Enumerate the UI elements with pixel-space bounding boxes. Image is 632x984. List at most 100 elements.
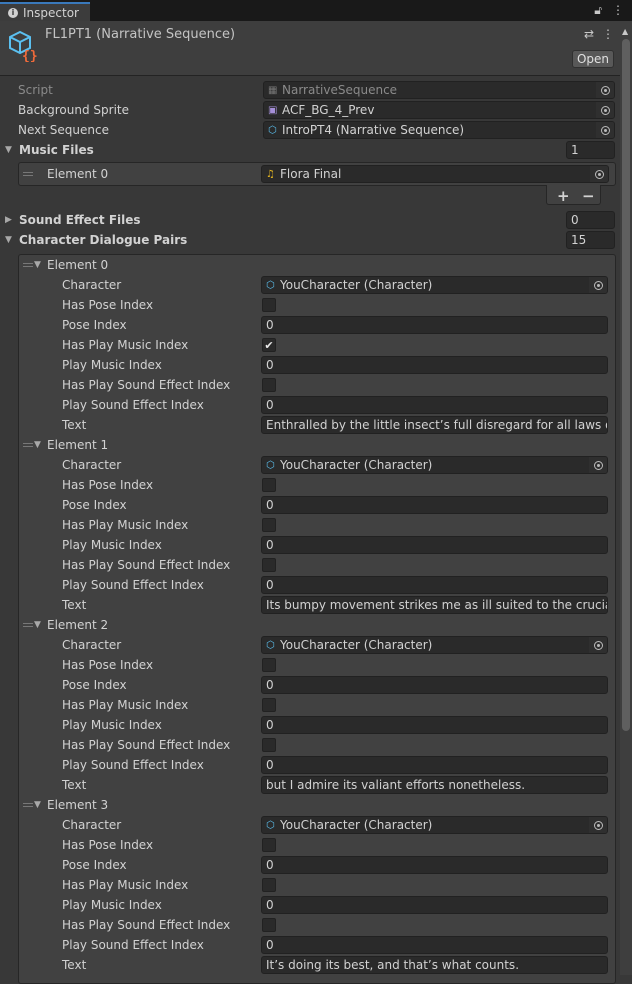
element-foldout-icon[interactable]: ▼ (34, 620, 41, 630)
scroll-up-icon[interactable]: ▲ (622, 27, 628, 36)
kebab-menu-icon[interactable]: ⋮ (602, 27, 614, 41)
music-files-label: Music Files (19, 143, 94, 157)
object-picker-icon[interactable] (590, 166, 608, 182)
element-label: Element 0 (47, 258, 109, 272)
has-music-checkbox[interactable] (262, 698, 276, 712)
music-field[interactable]: 0 (261, 896, 608, 914)
text-label: Text (62, 598, 87, 612)
music-files-size-field[interactable]: 1 (566, 141, 615, 159)
sfx-field[interactable]: 0 (261, 936, 608, 954)
sfx-label: Play Sound Effect Index (62, 398, 204, 412)
has-sfx-label: Has Play Sound Effect Index (62, 558, 231, 572)
has-pose-checkbox[interactable] (262, 478, 276, 492)
character-field[interactable]: ⬡ YouCharacter (Character) (261, 636, 608, 654)
music-label: Play Music Index (62, 718, 162, 732)
scrollbar-thumb[interactable] (622, 39, 630, 731)
music-element-label: Element 0 (47, 167, 109, 181)
sound-effect-files-size-field[interactable]: 0 (566, 211, 615, 229)
script-field[interactable]: ▦ NarrativeSequence (263, 81, 615, 99)
has-music-label: Has Play Music Index (62, 338, 189, 352)
text-field[interactable]: It’s doing its best, and that’s what cou… (261, 956, 608, 974)
pose-field[interactable]: 0 (261, 316, 608, 334)
character-dialogue-pairs-foldout-icon[interactable]: ▼ (5, 235, 12, 245)
music-files-foldout-icon[interactable]: ▼ (5, 145, 12, 155)
field-value: ACF_BG_4_Prev (282, 103, 375, 117)
has-pose-checkbox[interactable] (262, 658, 276, 672)
open-button[interactable]: Open (572, 50, 614, 68)
text-field[interactable]: Its bumpy movement strikes me as ill sui… (261, 596, 608, 614)
object-picker-icon[interactable] (589, 277, 607, 293)
character-field[interactable]: ⬡ YouCharacter (Character) (261, 276, 608, 294)
kebab-menu-icon[interactable]: ⋮ (612, 3, 624, 18)
object-picker-icon[interactable] (596, 82, 614, 98)
text-field[interactable]: Enthralled by the little insect’s full d… (261, 416, 608, 434)
background-sprite-field[interactable]: ▣ ACF_BG_4_Prev (263, 101, 615, 119)
object-picker-icon[interactable] (596, 122, 614, 138)
sfx-field[interactable]: 0 (261, 576, 608, 594)
scrollbar[interactable]: ▲ (620, 21, 632, 975)
character-dialogue-pairs-label: Character Dialogue Pairs (19, 233, 188, 247)
inspector-header: {} FL1PT1 (Narrative Sequence) ⇄ ⋮ Open (0, 21, 620, 76)
pose-field[interactable]: 0 (261, 496, 608, 514)
object-picker-icon[interactable] (589, 637, 607, 653)
character-dialogue-pairs-size-field[interactable]: 15 (566, 231, 615, 249)
drag-handle-icon[interactable] (23, 443, 33, 447)
element-label: Element 1 (47, 438, 109, 452)
next-sequence-field[interactable]: ⬡ IntroPT4 (Narrative Sequence) (263, 121, 615, 139)
svg-text:{}: {} (22, 49, 38, 62)
field-value: NarrativeSequence (282, 83, 398, 97)
has-music-checkbox[interactable] (262, 878, 276, 892)
scriptable-object-icon: ⬡ (266, 459, 275, 471)
remove-element-button[interactable]: − (582, 186, 595, 206)
has-music-checkbox[interactable] (262, 518, 276, 532)
has-music-checkbox[interactable]: ✔ (262, 338, 276, 352)
add-element-button[interactable]: + (557, 186, 570, 206)
drag-handle-icon[interactable] (23, 803, 33, 807)
has-music-label: Has Play Music Index (62, 518, 189, 532)
element-foldout-icon[interactable]: ▼ (34, 800, 41, 810)
tab-bar: i Inspector 🔓︎ ⋮ (0, 0, 632, 21)
sfx-field[interactable]: 0 (261, 396, 608, 414)
music-label: Play Music Index (62, 358, 162, 372)
drag-handle-icon[interactable] (23, 263, 33, 267)
sfx-label: Play Sound Effect Index (62, 578, 204, 592)
has-pose-checkbox[interactable] (262, 298, 276, 312)
sound-effect-files-label: Sound Effect Files (19, 213, 141, 227)
sound-effect-files-foldout-icon[interactable]: ▶ (5, 215, 12, 225)
object-picker-icon[interactable] (589, 457, 607, 473)
sfx-field[interactable]: 0 (261, 756, 608, 774)
music-field[interactable]: 0 (261, 716, 608, 734)
element-foldout-icon[interactable]: ▼ (34, 260, 41, 270)
drag-handle-icon[interactable] (23, 623, 33, 627)
text-label: Text (62, 958, 87, 972)
field-value: YouCharacter (Character) (280, 818, 433, 832)
music-field[interactable]: 0 (261, 536, 608, 554)
music-field[interactable]: 0 (261, 356, 608, 374)
character-field[interactable]: ⬡ YouCharacter (Character) (261, 456, 608, 474)
scriptable-object-icon: ⬡ (268, 124, 277, 136)
pose-field[interactable]: 0 (261, 676, 608, 694)
pose-label: Pose Index (62, 498, 127, 512)
has-sfx-checkbox[interactable] (262, 558, 276, 572)
music-element-0-field[interactable]: ♫ Flora Final (261, 165, 609, 183)
element-foldout-icon[interactable]: ▼ (34, 440, 41, 450)
music-label: Play Music Index (62, 538, 162, 552)
drag-handle-icon[interactable] (23, 172, 33, 176)
text-label: Text (62, 418, 87, 432)
character-label: Character (62, 458, 122, 472)
object-picker-icon[interactable] (596, 102, 614, 118)
preset-icon[interactable]: ⇄ (584, 27, 594, 41)
pose-field[interactable]: 0 (261, 856, 608, 874)
element-label: Element 2 (47, 618, 109, 632)
has-sfx-label: Has Play Sound Effect Index (62, 378, 231, 392)
has-pose-checkbox[interactable] (262, 838, 276, 852)
has-sfx-checkbox[interactable] (262, 738, 276, 752)
has-sfx-checkbox[interactable] (262, 378, 276, 392)
pose-label: Pose Index (62, 678, 127, 692)
character-field[interactable]: ⬡ YouCharacter (Character) (261, 816, 608, 834)
tab-inspector[interactable]: i Inspector (0, 2, 90, 21)
has-sfx-checkbox[interactable] (262, 918, 276, 932)
lock-icon[interactable]: 🔓︎ (594, 3, 602, 18)
object-picker-icon[interactable] (589, 817, 607, 833)
text-field[interactable]: but I admire its valiant efforts nonethe… (261, 776, 608, 794)
